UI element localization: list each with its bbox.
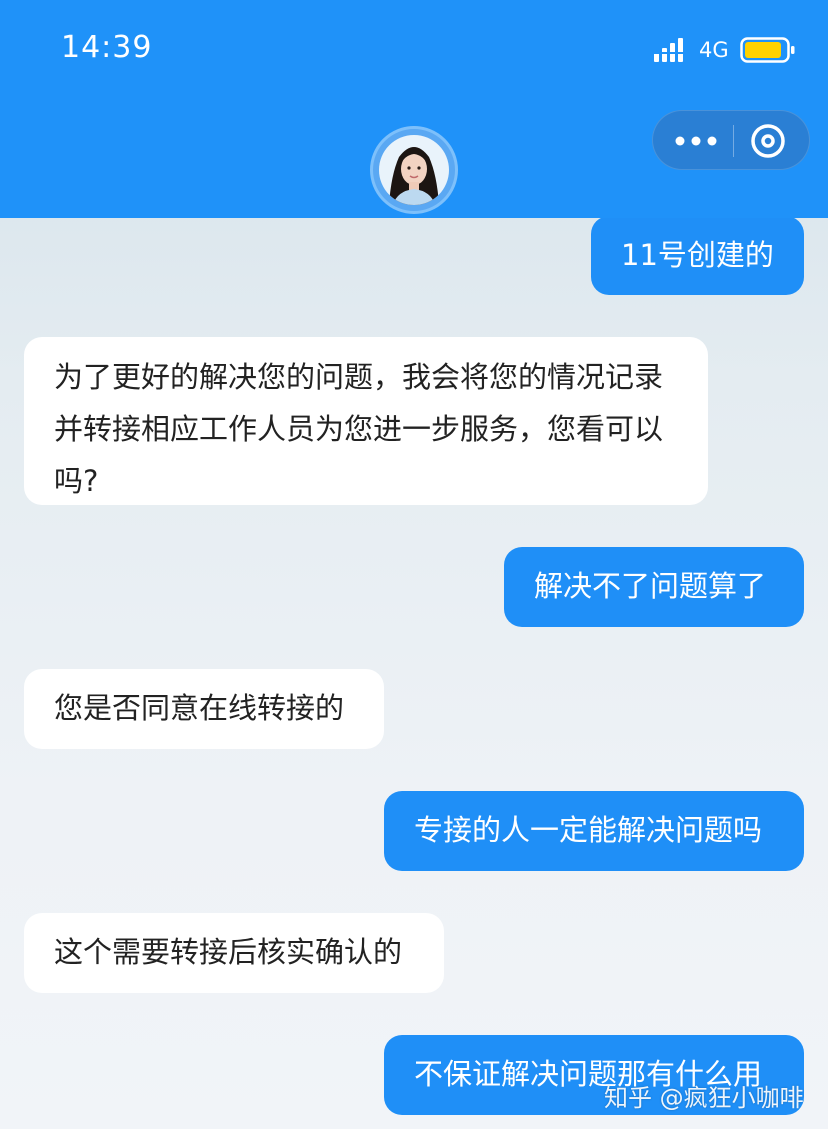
app-header: 14:39 4G (0, 0, 828, 218)
battery-icon (740, 36, 796, 68)
message-bubble-user[interactable]: 专接的人一定能解决问题吗 (384, 791, 804, 871)
signal-bars-icon (654, 38, 686, 68)
close-button[interactable] (735, 111, 811, 171)
watermark: 知乎 @疯狂小咖啡 (604, 1084, 804, 1112)
person-avatar-icon (379, 135, 449, 205)
network-type: 4G (699, 38, 729, 62)
message-bubble-user[interactable]: 11号创建的 (591, 216, 804, 295)
capsule-divider (733, 125, 734, 157)
more-button[interactable] (653, 111, 733, 171)
message-bubble-agent[interactable]: 为了更好的解决您的问题，我会将您的情况记录并转接相应工作人员为您进一步服务，您看… (24, 337, 708, 505)
more-dots-icon (675, 136, 717, 146)
message-bubble-user[interactable]: 解决不了问题算了 (504, 547, 804, 627)
close-circle-icon (751, 124, 785, 158)
message-bubble-agent[interactable]: 这个需要转接后核实确认的 (24, 913, 444, 993)
status-time: 14:39 (61, 30, 153, 65)
agent-avatar[interactable] (370, 126, 458, 214)
message-bubble-agent[interactable]: 您是否同意在线转接的 (24, 669, 384, 749)
mini-program-capsule (652, 110, 810, 170)
